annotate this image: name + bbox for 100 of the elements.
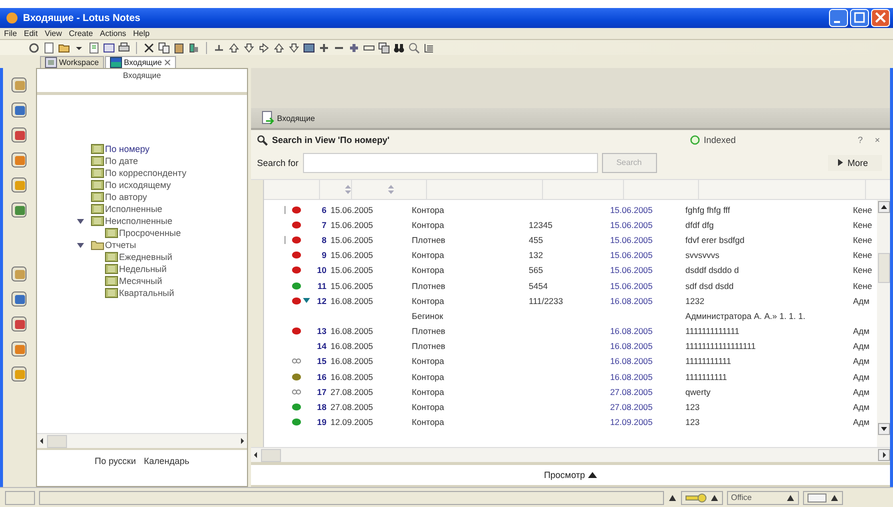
scroll-thumb[interactable] [261, 448, 281, 462]
refresh-icon[interactable] [28, 42, 40, 54]
close-button[interactable] [871, 9, 890, 27]
tree-item[interactable]: По корреспонденту [105, 168, 186, 178]
tree-item[interactable]: Ежедневный [119, 252, 172, 262]
tree-item[interactable]: Просроченные [119, 228, 181, 238]
menu-item[interactable]: Create [68, 29, 93, 38]
menu-item[interactable]: Help [133, 29, 150, 38]
preview-toggle[interactable]: Просмотр [544, 470, 598, 480]
up-icon[interactable] [228, 42, 240, 54]
table-cell: 15 [317, 356, 326, 366]
table-cell: 12.09.2005 [330, 417, 374, 428]
document-icon [261, 111, 275, 125]
tree-item[interactable]: Отчеты [105, 240, 136, 250]
table-cell: 15.06.2005 [610, 234, 653, 245]
search-field[interactable] [302, 152, 598, 172]
table-cell: 27.08.2005 [330, 386, 374, 397]
table-cell: 15.06.2005 [610, 204, 653, 215]
menu-item[interactable]: Actions [100, 29, 126, 38]
connection-button[interactable] [681, 490, 723, 504]
tile-icon[interactable] [10, 76, 28, 94]
menu-item[interactable]: View [44, 29, 62, 38]
table-cell: Плотнев [412, 280, 446, 291]
location-button[interactable]: Office [727, 490, 799, 504]
plus-icon[interactable] [318, 42, 330, 54]
page-icon[interactable] [43, 42, 55, 54]
close-icon[interactable] [164, 59, 171, 66]
table-cell: 16.08.2005 [610, 356, 653, 366]
tile-icon[interactable] [10, 365, 28, 383]
tile-icon[interactable] [10, 265, 28, 283]
minimize-button[interactable] [829, 9, 848, 27]
key-icon [685, 492, 707, 502]
binoculars-icon[interactable] [393, 42, 405, 54]
table-cell: 11111111111111111 [685, 341, 756, 352]
scroll-thumb[interactable] [47, 434, 67, 448]
tree-item[interactable]: Месячный [119, 276, 162, 286]
scroll-down-icon[interactable] [878, 423, 890, 435]
grid-icon[interactable] [303, 42, 315, 54]
tile-icon[interactable] [10, 315, 28, 333]
tree-item[interactable]: Исполненные [105, 204, 162, 214]
plus-icon[interactable] [348, 42, 360, 54]
table-cell: 27.08.2005 [330, 402, 374, 412]
tile-icon[interactable] [10, 290, 28, 308]
table-cell: Адм [852, 402, 870, 412]
link-icon [292, 358, 301, 364]
window-title: Входящие - Lotus Notes [23, 12, 140, 24]
tree-item[interactable]: По дате [105, 156, 138, 166]
caret-icon [588, 472, 598, 478]
table-cell: Адм [852, 341, 870, 352]
window-icon[interactable] [103, 42, 115, 54]
table-cell: Бегинок [412, 310, 444, 321]
horizontal-scrollbar[interactable] [37, 433, 247, 448]
table-cell: dfdf dfg [685, 220, 714, 230]
table-cell: Адм [852, 417, 870, 428]
table-cell: dsddf dsddo d [685, 265, 739, 276]
tile-icon[interactable] [10, 126, 28, 144]
tile-icon[interactable] [10, 340, 28, 358]
tree-item[interactable]: По номеру [105, 144, 150, 154]
tree-item[interactable]: По автору [105, 192, 147, 202]
copy-icon[interactable] [158, 42, 170, 54]
tile-icon[interactable] [10, 176, 28, 194]
table-cell: 11111111111 [685, 356, 732, 366]
window-icon[interactable] [378, 42, 390, 54]
table-cell: Администратора А. А.» 1. 1. 1. [685, 310, 806, 321]
tree-item[interactable]: Недельный [119, 264, 167, 274]
scroll-thumb[interactable] [878, 253, 890, 283]
vertical-scrollbar[interactable] [877, 200, 890, 447]
caret-up-icon[interactable] [668, 494, 677, 502]
table-cell: 16.08.2005 [610, 296, 653, 306]
tab[interactable]: Workspace [40, 56, 104, 68]
scroll-up-icon[interactable] [878, 201, 890, 213]
down-icon[interactable] [243, 42, 255, 54]
search-icon[interactable] [408, 42, 420, 54]
maximize-button[interactable] [850, 9, 869, 27]
down-icon[interactable] [288, 42, 300, 54]
inbox-button[interactable] [803, 490, 843, 504]
list-icon[interactable] [423, 42, 435, 54]
tree-item[interactable]: По исходящему [105, 180, 171, 190]
tile-icon[interactable] [10, 151, 28, 169]
page-icon[interactable] [88, 42, 100, 54]
horizontal-scrollbar[interactable] [251, 447, 890, 462]
right-icon[interactable] [258, 42, 270, 54]
indexed-icon [690, 135, 700, 145]
table-cell: Кене [852, 204, 872, 215]
caret-icon[interactable] [77, 218, 84, 224]
view-icon [91, 144, 104, 154]
tab[interactable]: Входящие [104, 56, 176, 68]
tile-icon[interactable] [10, 101, 28, 119]
tree-item[interactable]: Квартальный [119, 288, 174, 298]
caret-icon[interactable] [77, 242, 84, 248]
menu-item[interactable]: File [4, 29, 17, 38]
navigator-title: Входящие [123, 71, 161, 82]
printer-icon[interactable] [118, 42, 130, 54]
tile-icon[interactable] [10, 201, 28, 219]
menu-item[interactable]: Edit [24, 29, 38, 38]
up-icon[interactable] [273, 42, 285, 54]
scroll-right-icon[interactable] [878, 449, 890, 461]
tree-item[interactable]: Неисполненные [105, 216, 172, 226]
expand-icon[interactable] [302, 298, 310, 304]
table-cell: 15.06.2005 [330, 204, 374, 215]
